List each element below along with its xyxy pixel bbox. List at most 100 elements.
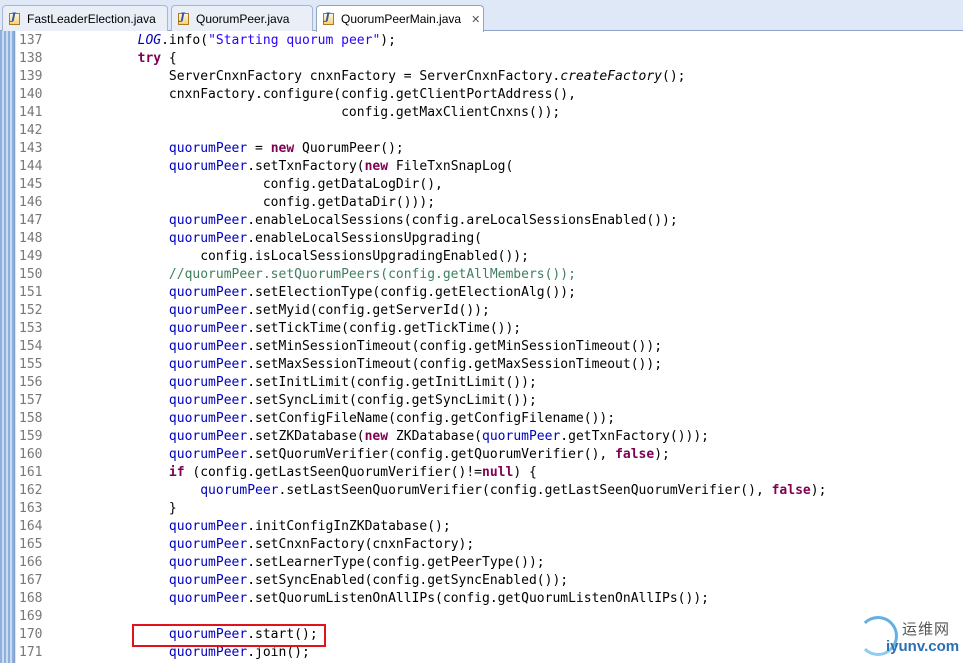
code-token: quorumPeer: [168, 375, 248, 390]
code-token: .setMinSessionTimeout(config.getMinSessi…: [247, 339, 663, 354]
code-token: quorumPeer: [168, 393, 248, 408]
code-token: .enableLocalSessionsUpgrading(: [247, 231, 483, 246]
line-text: quorumPeer.setMyid(config.getServerId())…: [75, 302, 490, 320]
code-token: );: [810, 483, 827, 498]
code-token: quorumPeer: [168, 303, 248, 318]
code-token: .setConfigFileName(config.getConfigFilen…: [247, 411, 616, 426]
tab-quorum-peer[interactable]: J QuorumPeer.java: [171, 5, 313, 31]
line-text: quorumPeer.setSyncEnabled(config.getSync…: [75, 572, 568, 590]
code-token: .setSyncLimit(config.getSyncLimit());: [247, 393, 537, 408]
code-token: quorumPeer: [168, 555, 248, 570]
code-token: );: [380, 33, 396, 48]
line-number: 166: [19, 555, 43, 570]
line-text: config.getMaxClientCnxns());: [75, 104, 560, 122]
line-text: //quorumPeer.setQuorumPeers(config.getAl…: [75, 266, 576, 284]
code-token: quorumPeer: [168, 573, 248, 588]
code-token: new: [364, 429, 389, 444]
line-text: quorumPeer.setSyncLimit(config.getSyncLi…: [75, 392, 537, 410]
line-text: quorumPeer.setZKDatabase(new ZKDatabase(…: [75, 428, 709, 446]
code-editor[interactable]: 137 LOG.info("Starting quorum peer"); 138…: [0, 31, 963, 663]
tab-fast-leader-election[interactable]: J FastLeaderElection.java: [2, 5, 168, 31]
code-token: .join();: [247, 645, 310, 660]
java-file-icon: J: [178, 12, 190, 26]
line-text: quorumPeer.setMinSessionTimeout(config.g…: [75, 338, 662, 356]
line-text: quorumPeer.enableLocalSessionsUpgrading(: [75, 230, 482, 248]
line-text: quorumPeer.setLearnerType(config.getPeer…: [75, 554, 545, 572]
code-token: quorumPeer: [168, 141, 248, 156]
watermark-url: iyunv.com: [886, 638, 960, 655]
line-text: quorumPeer.setMaxSessionTimeout(config.g…: [75, 356, 662, 374]
line-number: 138: [19, 51, 43, 66]
line-text: quorumPeer.setCnxnFactory(cnxnFactory);: [75, 536, 474, 554]
code-token: quorumPeer: [168, 321, 248, 336]
code-token: try: [137, 51, 162, 66]
code-token: createFactory: [560, 69, 663, 84]
code-token: .setQuorumListenOnAllIPs(config.getQuoru…: [247, 591, 709, 606]
line-text: if (config.getLastSeenQuorumVerifier()!=…: [75, 464, 537, 482]
code-token: .setLastSeenQuorumVerifier(config.getLas…: [278, 483, 772, 498]
code-token: .setQuorumVerifier(config.getQuorumVerif…: [247, 447, 616, 462]
line-number: 141: [19, 105, 43, 120]
code-token: config.getMaxClientCnxns());: [75, 105, 561, 120]
tab-label: FastLeaderElection.java: [27, 11, 156, 26]
line-number: 152: [19, 303, 43, 318]
overview-ruler[interactable]: [0, 31, 15, 663]
code-token: .setLearnerType(config.getPeerType());: [247, 555, 545, 570]
line-text: quorumPeer.setQuorumVerifier(config.getQ…: [75, 446, 670, 464]
close-icon[interactable]: ✕: [471, 13, 480, 26]
code-token: quorumPeer: [482, 429, 561, 444]
line-number: 153: [19, 321, 43, 336]
code-token: quorumPeer: [168, 231, 248, 246]
line-number: 155: [19, 357, 43, 372]
line-number: 148: [19, 231, 43, 246]
code-token: null: [482, 465, 514, 480]
line-text: quorumPeer.setConfigFileName(config.getC…: [75, 410, 615, 428]
line-number: 163: [19, 501, 43, 516]
line-number: 154: [19, 339, 43, 354]
code-token: quorumPeer: [168, 285, 248, 300]
line-text: ServerCnxnFactory cnxnFactory = ServerCn…: [75, 68, 686, 86]
line-text: quorumPeer.join();: [75, 644, 310, 662]
line-number: 149: [19, 249, 43, 264]
line-text: }: [75, 500, 177, 518]
code-token: .setTickTime(config.getTickTime());: [247, 321, 522, 336]
line-number: 139: [19, 69, 43, 84]
code-token: FileTxnSnapLog(: [388, 159, 514, 174]
line-text: quorumPeer.start();: [75, 626, 318, 644]
line-number: 165: [19, 537, 43, 552]
line-text: config.isLocalSessionsUpgradingEnabled()…: [75, 248, 529, 266]
code-token: quorumPeer: [168, 339, 248, 354]
code-token: new: [270, 141, 295, 156]
code-token: .setInitLimit(config.getInitLimit());: [247, 375, 537, 390]
line-number: 146: [19, 195, 43, 210]
line-number: 157: [19, 393, 43, 408]
code-token: quorumPeer: [168, 213, 248, 228]
code-token: {: [161, 51, 177, 66]
line-number: 151: [19, 285, 43, 300]
line-text: LOG.info("Starting quorum peer");: [75, 32, 396, 50]
tab-quorum-peer-main[interactable]: J QuorumPeerMain.java ✕: [316, 5, 484, 32]
line-number: 161: [19, 465, 43, 480]
code-token: quorumPeer: [168, 159, 248, 174]
code-token: );: [654, 447, 670, 462]
code-token: .setTxnFactory(: [247, 159, 365, 174]
line-number: 147: [19, 213, 43, 228]
code-token: quorumPeer: [168, 627, 248, 642]
line-text: quorumPeer.enableLocalSessions(config.ar…: [75, 212, 678, 230]
code-token: (config.getLastSeenQuorumVerifier()!=: [184, 465, 482, 480]
code-token: quorumPeer: [168, 447, 248, 462]
